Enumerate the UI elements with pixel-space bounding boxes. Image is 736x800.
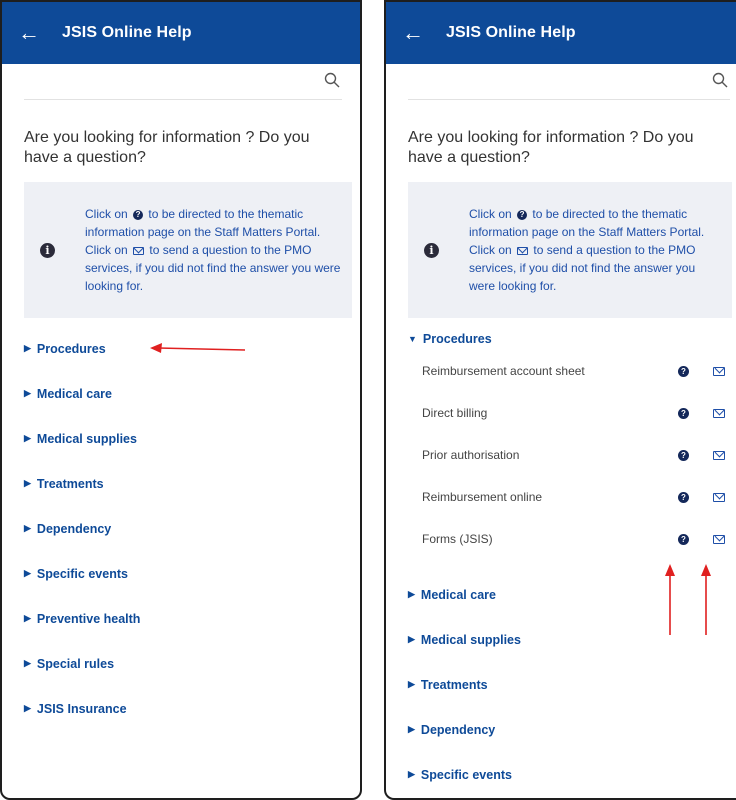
intro-question: Are you looking for information ? Do you… — [24, 129, 310, 166]
sub-item-label: Reimbursement account sheet — [422, 364, 585, 378]
envelope-icon — [133, 246, 145, 255]
section-preventive-health[interactable]: ▶ Preventive health — [24, 596, 360, 641]
help-panel-collapsed: ← JSIS Online Help Are you looking for i… — [0, 0, 362, 800]
list-item: Reimbursement online ? — [422, 476, 736, 518]
section-jsis-insurance[interactable]: ▶ JSIS Insurance — [24, 686, 360, 731]
question-mark-icon[interactable]: ? — [678, 491, 689, 503]
info-line-portal: Click on ? to be directed to the themati… — [469, 207, 705, 239]
question-mark-icon[interactable]: ? — [678, 407, 689, 419]
envelope-icon[interactable] — [713, 492, 725, 502]
info-line-question: Click on to send a question to the PMO s… — [469, 243, 696, 293]
info-text: Click on ? to be directed to the themati… — [85, 205, 342, 295]
info-icon: i — [424, 242, 439, 258]
annotation-arrow-envelope-icon — [701, 564, 711, 635]
list-item: Reimbursement account sheet ? — [422, 350, 736, 392]
section-special-rules[interactable]: ▶ Special rules — [24, 641, 360, 686]
question-mark-icon: ? — [133, 209, 144, 220]
envelope-icon — [517, 246, 529, 255]
info-box: i Click on ? to be directed to the thema… — [24, 182, 352, 318]
info-line-question: Click on to send a question to the PMO s… — [85, 243, 341, 293]
page-title: JSIS Online Help — [446, 24, 576, 41]
section-dependency[interactable]: ▶ Dependency — [408, 707, 736, 752]
info-box: i Click on ? to be directed to the thema… — [408, 182, 732, 318]
info-icon: i — [40, 242, 55, 258]
section-treatments[interactable]: ▶ Treatments — [24, 461, 360, 506]
caret-right-icon: ▶ — [408, 634, 415, 644]
search-icon[interactable] — [712, 72, 728, 88]
search-bar[interactable] — [24, 64, 342, 100]
app-header: ← JSIS Online Help — [386, 2, 736, 64]
question-mark-icon[interactable]: ? — [678, 533, 689, 545]
caret-right-icon: ▶ — [24, 523, 31, 533]
back-arrow-icon[interactable]: ← — [18, 22, 40, 44]
help-panel-expanded: ← JSIS Online Help Are you looking for i… — [384, 0, 736, 800]
caret-right-icon: ▶ — [24, 343, 31, 353]
sub-item-label: Reimbursement online — [422, 490, 543, 504]
caret-right-icon: ▶ — [24, 388, 31, 398]
envelope-icon[interactable] — [713, 534, 725, 544]
annotation-arrow-procedures — [150, 343, 246, 353]
caret-right-icon: ▶ — [408, 769, 415, 779]
search-bar[interactable] — [408, 64, 730, 100]
annotation-arrow-question-icon — [665, 564, 675, 635]
section-list: ▼ Procedures Reimbursement account sheet … — [408, 328, 736, 797]
search-icon[interactable] — [324, 72, 340, 88]
section-medical-care[interactable]: ▶ Medical care — [24, 371, 360, 416]
procedures-sub-list: Reimbursement account sheet ? Direct bil… — [422, 350, 736, 560]
info-text: Click on ? to be directed to the themati… — [469, 205, 722, 295]
list-item: Direct billing ? — [422, 392, 736, 434]
section-specific-events[interactable]: ▶ Specific events — [408, 752, 736, 797]
section-dependency[interactable]: ▶ Dependency — [24, 506, 360, 551]
caret-right-icon: ▶ — [24, 658, 31, 668]
question-mark-icon[interactable]: ? — [678, 365, 689, 377]
sub-item-label: Prior authorisation — [422, 448, 520, 462]
envelope-icon[interactable] — [713, 408, 725, 418]
section-medical-supplies[interactable]: ▶ Medical supplies — [408, 617, 736, 662]
caret-right-icon: ▶ — [24, 433, 31, 443]
intro-question: Are you looking for information ? Do you… — [408, 129, 694, 166]
back-arrow-icon[interactable]: ← — [402, 22, 424, 44]
app-header: ← JSIS Online Help — [2, 2, 360, 64]
section-medical-supplies[interactable]: ▶ Medical supplies — [24, 416, 360, 461]
section-treatments[interactable]: ▶ Treatments — [408, 662, 736, 707]
sub-item-label: Forms (JSIS) — [422, 532, 493, 546]
section-medical-care[interactable]: ▶ Medical care — [408, 572, 736, 617]
info-line-portal: Click on ? to be directed to the themati… — [85, 207, 321, 239]
question-mark-icon: ? — [517, 209, 528, 220]
caret-right-icon: ▶ — [24, 613, 31, 623]
caret-down-icon: ▼ — [408, 334, 417, 344]
caret-right-icon: ▶ — [408, 679, 415, 689]
caret-right-icon: ▶ — [408, 589, 415, 599]
question-mark-icon[interactable]: ? — [678, 449, 689, 461]
sub-item-label: Direct billing — [422, 406, 488, 420]
section-list: ▶ Procedures ▶ Medical care ▶ Medical suppl… — [24, 326, 360, 731]
list-item: Prior authorisation ? — [422, 434, 736, 476]
section-specific-events[interactable]: ▶ Specific events — [24, 551, 360, 596]
caret-right-icon: ▶ — [24, 478, 31, 488]
list-item: Forms (JSIS) ? — [422, 518, 736, 560]
envelope-icon[interactable] — [713, 450, 725, 460]
caret-right-icon: ▶ — [24, 703, 31, 713]
page-title: JSIS Online Help — [62, 24, 192, 41]
section-procedures-expanded[interactable]: ▼ Procedures — [408, 328, 736, 350]
caret-right-icon: ▶ — [408, 724, 415, 734]
envelope-icon[interactable] — [713, 366, 725, 376]
caret-right-icon: ▶ — [24, 568, 31, 578]
